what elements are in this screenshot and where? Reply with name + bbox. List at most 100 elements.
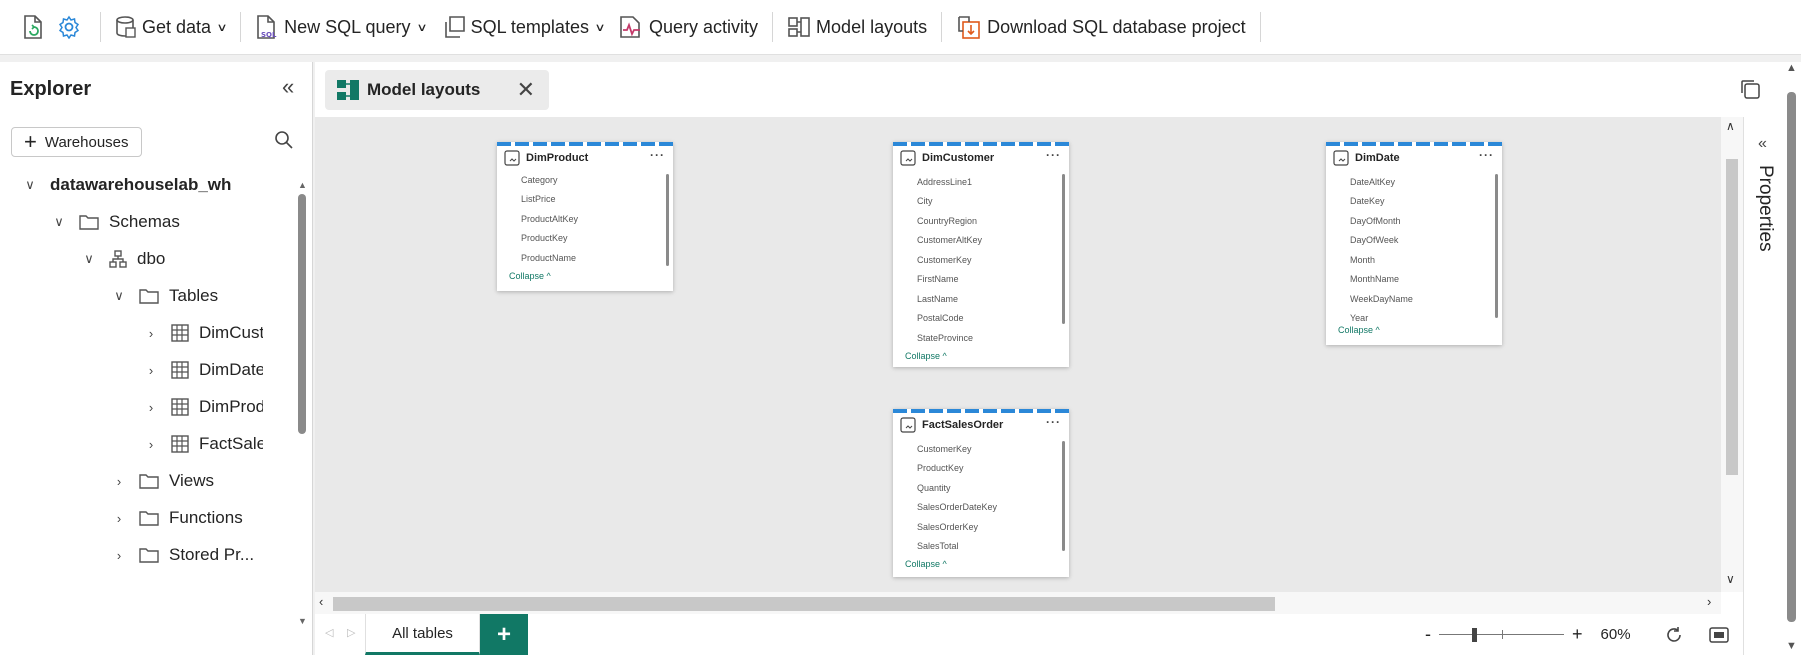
column-item[interactable]: ProductAltKey: [497, 209, 673, 229]
column-item[interactable]: Year: [1326, 309, 1502, 322]
download-project-button[interactable]: Download SQL database project: [952, 10, 1250, 44]
chevron-right-icon[interactable]: ›: [143, 400, 159, 415]
model-layouts-button[interactable]: Model layouts: [783, 10, 931, 44]
prev-tab-icon[interactable]: ◁: [325, 626, 333, 639]
zoom-in-icon[interactable]: +: [1572, 624, 1583, 645]
close-icon[interactable]: ✕: [517, 77, 535, 103]
chevron-right-icon[interactable]: ›: [143, 363, 159, 378]
scrollbar-thumb[interactable]: [298, 194, 306, 434]
column-item[interactable]: DateKey: [1326, 192, 1502, 212]
canvas-horizontal-scrollbar[interactable]: ‹ ›: [315, 592, 1721, 614]
tree-item-warehouse[interactable]: ∨ datawarehouselab_wh: [22, 170, 231, 200]
chevron-down-icon[interactable]: ∨: [51, 214, 67, 230]
scroll-down-icon[interactable]: ▼: [298, 616, 307, 626]
scrollbar-thumb[interactable]: [1726, 159, 1738, 475]
column-item[interactable]: Month: [1326, 250, 1502, 270]
scroll-right-icon[interactable]: ›: [1707, 594, 1711, 609]
table-card-dimcustomer[interactable]: DimCustomer ··· AddressLine1 City Countr…: [893, 142, 1069, 367]
chevron-down-icon[interactable]: ∨: [22, 177, 38, 193]
reset-zoom-icon[interactable]: [1665, 626, 1683, 644]
table-card-dimdate[interactable]: DimDate ··· DateAltKey DateKey DayOfMont…: [1326, 142, 1502, 345]
page-scrollbar[interactable]: ▲ ▼: [1783, 62, 1801, 655]
collapse-link[interactable]: Collapse ^: [893, 348, 1069, 364]
tree-item-table[interactable]: › FactSalesOrder: [143, 429, 263, 459]
get-data-button[interactable]: Get data ∨: [111, 10, 230, 44]
explorer-scrollbar[interactable]: ▲ ▼: [297, 180, 307, 626]
scroll-left-icon[interactable]: ‹: [319, 594, 323, 609]
zoom-slider[interactable]: [1439, 625, 1564, 645]
column-item[interactable]: StateProvince: [893, 328, 1069, 348]
scrollbar-thumb[interactable]: [1787, 92, 1796, 622]
column-item[interactable]: SalesOrderKey: [893, 517, 1069, 537]
tree-item-functions[interactable]: › Functions: [111, 503, 243, 533]
column-item[interactable]: ListPrice: [497, 190, 673, 210]
slider-knob[interactable]: [1472, 627, 1477, 642]
column-item[interactable]: CustomerAltKey: [893, 231, 1069, 251]
scroll-up-icon[interactable]: ▲: [1786, 62, 1797, 74]
column-item[interactable]: ProductKey: [497, 229, 673, 249]
tree-item-table[interactable]: › DimProduct: [143, 392, 263, 422]
more-options-icon[interactable]: ···: [650, 148, 665, 162]
chevron-right-icon[interactable]: ›: [143, 437, 159, 452]
more-options-icon[interactable]: ···: [1046, 148, 1061, 162]
canvas-vertical-scrollbar[interactable]: ∧ ∨: [1721, 117, 1743, 592]
column-item[interactable]: PostalCode: [893, 309, 1069, 329]
collapse-pane-icon[interactable]: «: [282, 74, 294, 100]
add-layout-button[interactable]: +: [480, 614, 528, 655]
table-card-dimproduct[interactable]: DimProduct ··· Category ListPrice Produc…: [497, 142, 673, 291]
next-tab-icon[interactable]: ▷: [347, 626, 355, 639]
expand-pane-icon[interactable]: «: [1758, 135, 1767, 153]
column-item[interactable]: AddressLine1: [893, 172, 1069, 192]
model-canvas[interactable]: DimProduct ··· Category ListPrice Produc…: [315, 117, 1721, 592]
add-warehouses-button[interactable]: + Warehouses: [11, 127, 142, 157]
column-item[interactable]: DayOfMonth: [1326, 211, 1502, 231]
column-item[interactable]: MonthName: [1326, 270, 1502, 290]
properties-pane[interactable]: « Properties: [1743, 117, 1788, 655]
scroll-up-icon[interactable]: ▲: [298, 180, 307, 190]
column-item[interactable]: SalesOrderDateKey: [893, 498, 1069, 518]
column-item[interactable]: LastName: [893, 289, 1069, 309]
search-icon[interactable]: [274, 130, 294, 155]
more-options-icon[interactable]: ···: [1479, 148, 1494, 162]
settings-gear-icon[interactable]: [54, 12, 84, 42]
tab-model-layouts[interactable]: Model layouts ✕: [325, 70, 549, 110]
column-item[interactable]: WeekDayName: [1326, 289, 1502, 309]
column-item[interactable]: FirstName: [893, 270, 1069, 290]
tree-item-table[interactable]: › DimCustomer: [143, 318, 263, 348]
column-item[interactable]: ProductKey: [893, 459, 1069, 479]
tree-item-schemas[interactable]: ∨ Schemas: [51, 207, 180, 237]
tree-item-table[interactable]: › DimDate: [143, 355, 263, 385]
chevron-right-icon[interactable]: ›: [111, 474, 127, 489]
scroll-down-icon[interactable]: ∨: [1726, 572, 1735, 586]
chevron-down-icon[interactable]: ∨: [111, 288, 127, 304]
table-card-factsalesorder[interactable]: FactSalesOrder ··· CustomerKey ProductKe…: [893, 409, 1069, 577]
column-item[interactable]: ProductName: [497, 248, 673, 268]
sql-templates-button[interactable]: SQL templates ∨: [440, 10, 608, 44]
scroll-down-icon[interactable]: ▼: [1786, 640, 1797, 652]
tree-item-tables[interactable]: ∨ Tables: [111, 281, 218, 311]
column-item[interactable]: CustomerKey: [893, 250, 1069, 270]
collapse-link[interactable]: Collapse ^: [1326, 322, 1502, 338]
chevron-right-icon[interactable]: ›: [111, 511, 127, 526]
column-item[interactable]: Quantity: [893, 478, 1069, 498]
new-sql-query-button[interactable]: SQL New SQL query ∨: [251, 10, 429, 44]
column-item[interactable]: Category: [497, 170, 673, 190]
tree-item-views[interactable]: › Views: [111, 466, 214, 496]
query-activity-button[interactable]: Query activity: [614, 10, 762, 44]
column-item[interactable]: CustomerKey: [893, 439, 1069, 459]
scroll-up-icon[interactable]: ∧: [1726, 119, 1735, 133]
column-item[interactable]: DateAltKey: [1326, 172, 1502, 192]
card-scrollbar[interactable]: [1495, 174, 1498, 318]
card-scrollbar[interactable]: [666, 174, 669, 266]
tab-all-tables[interactable]: All tables: [365, 614, 480, 655]
refresh-document-icon[interactable]: [18, 12, 48, 42]
chevron-right-icon[interactable]: ›: [111, 548, 127, 563]
zoom-out-icon[interactable]: -: [1425, 624, 1431, 645]
collapse-link[interactable]: Collapse ^: [497, 268, 673, 284]
card-scrollbar[interactable]: [1062, 174, 1065, 324]
chevron-down-icon[interactable]: ∨: [81, 251, 97, 267]
chevron-right-icon[interactable]: ›: [143, 326, 159, 341]
column-item[interactable]: SalesTotal: [893, 537, 1069, 557]
copy-icon[interactable]: [1739, 78, 1761, 105]
fit-to-screen-icon[interactable]: [1708, 626, 1729, 643]
